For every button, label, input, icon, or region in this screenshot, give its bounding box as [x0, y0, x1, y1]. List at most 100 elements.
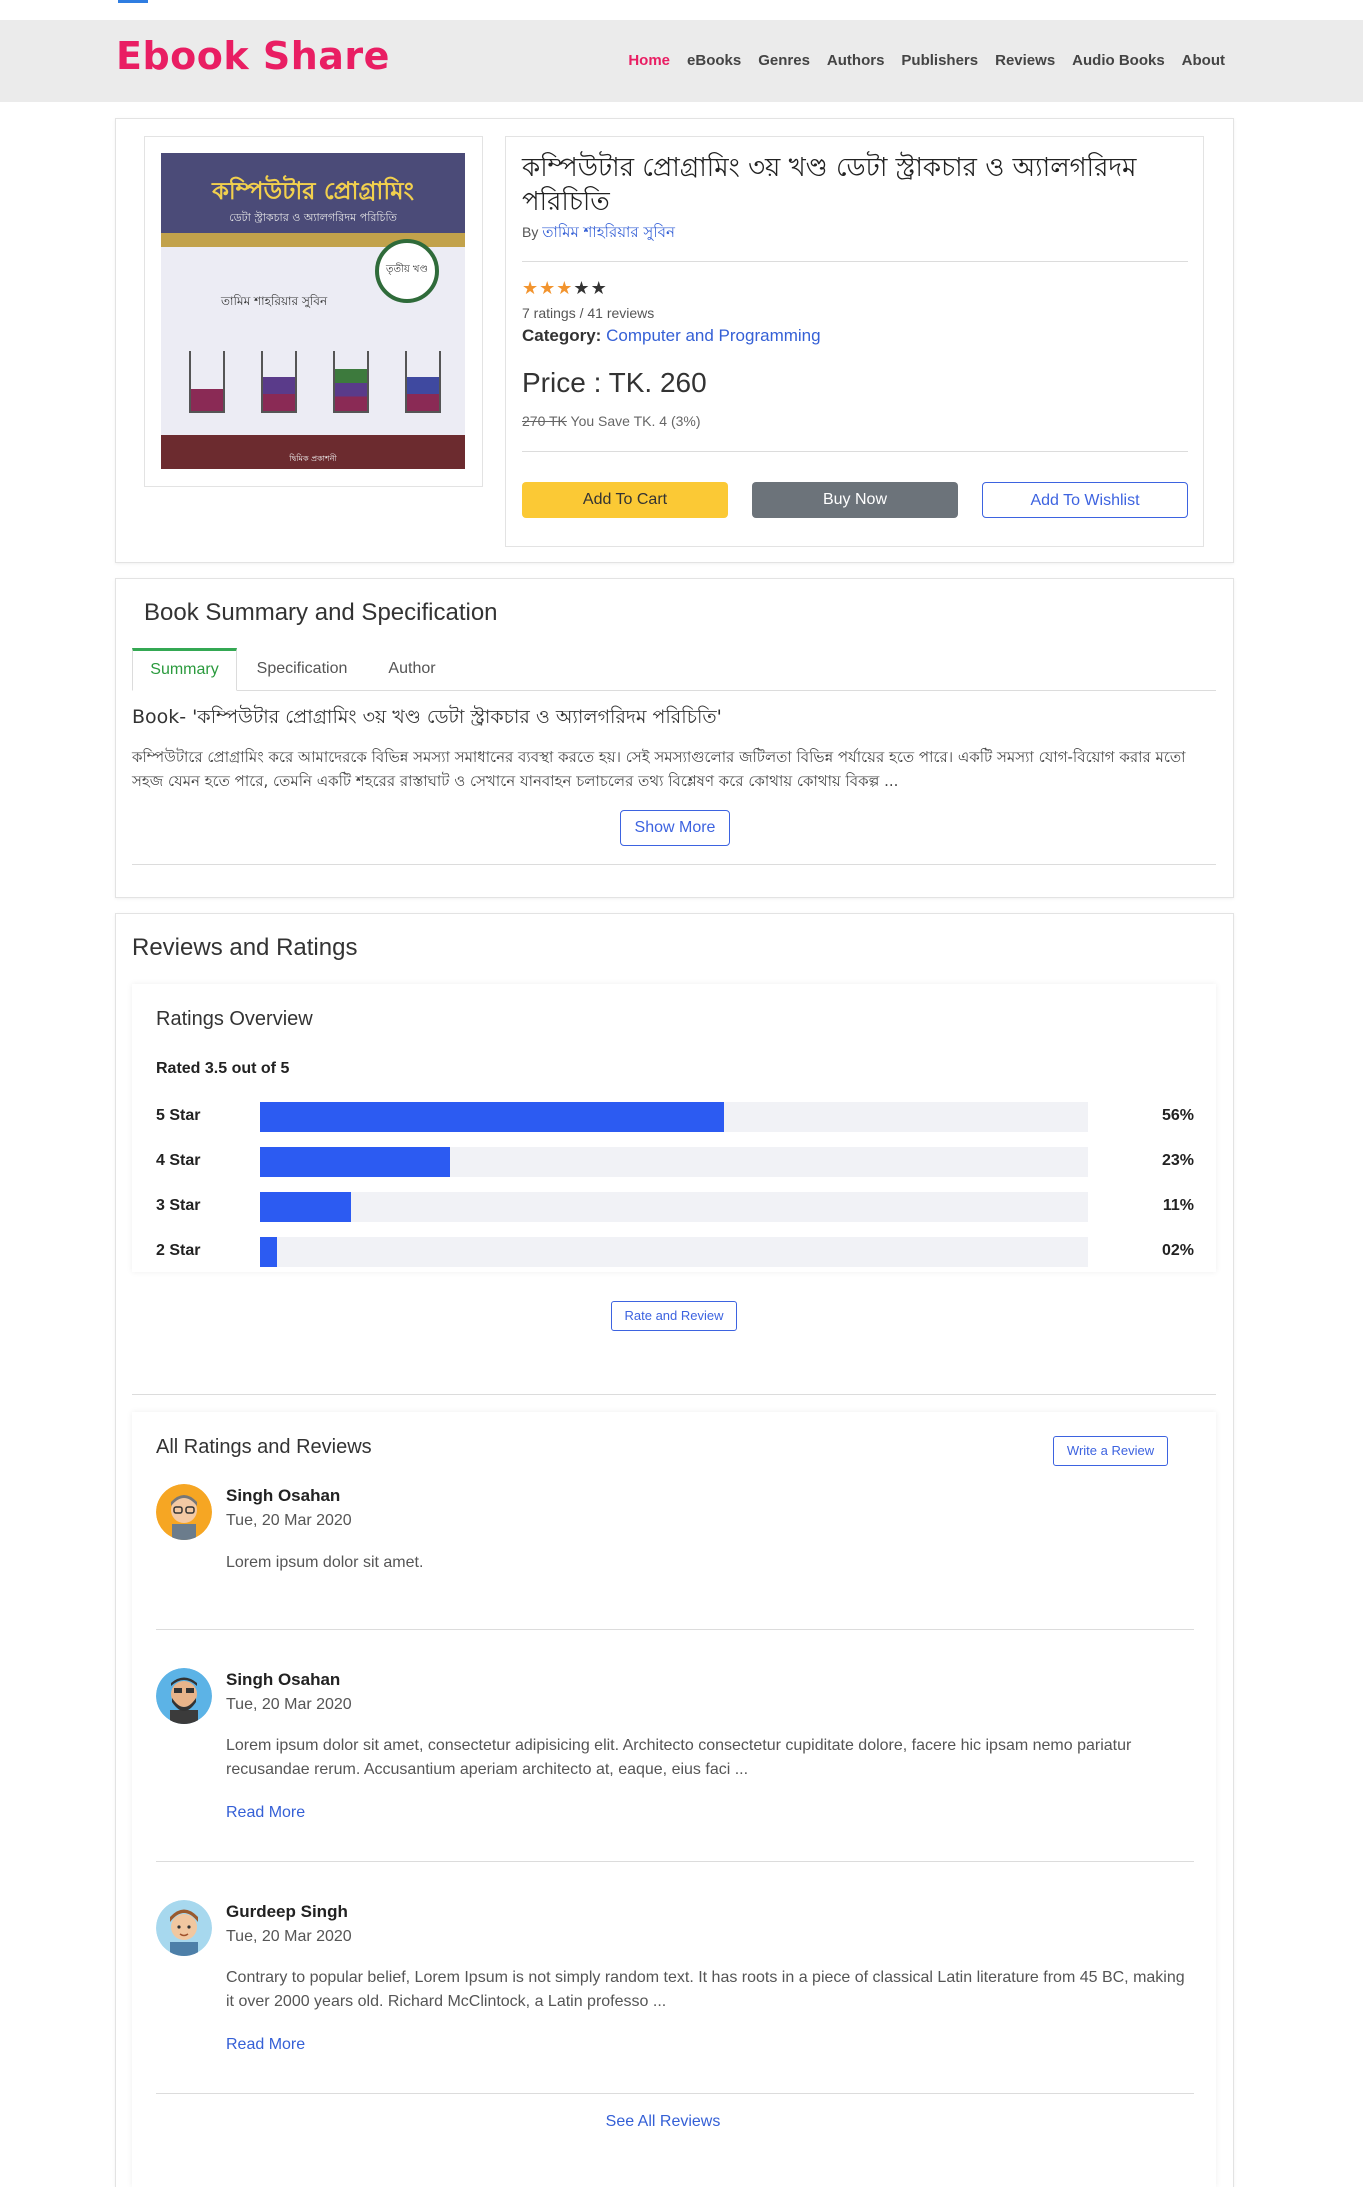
divider — [156, 2093, 1194, 2094]
buy-now-button[interactable]: Buy Now — [752, 482, 958, 518]
write-review-button[interactable]: Write a Review — [1053, 1436, 1168, 1466]
tab-specification[interactable]: Specification — [237, 648, 367, 689]
by-label: By — [522, 224, 539, 240]
ratings-count: 7 ratings / 41 reviews — [522, 305, 655, 321]
tab-summary[interactable]: Summary — [132, 648, 237, 691]
divider — [522, 451, 1188, 452]
product-card: কম্পিউটার প্রোগ্রামিং ডেটা স্ট্রাকচার ও … — [115, 118, 1234, 563]
star-icon: ★ — [573, 278, 591, 299]
all-reviews-title: All Ratings and Reviews — [156, 1436, 372, 1458]
rating-bar-label: 3 Star — [156, 1197, 201, 1214]
review-date: Tue, 20 Mar 2020 — [226, 1696, 352, 1713]
summary-card: Book Summary and Specification Summary S… — [115, 578, 1234, 898]
nav-reviews[interactable]: Reviews — [995, 52, 1055, 69]
reviewer-name: Gurdeep Singh — [226, 1902, 348, 1921]
review-text: Lorem ipsum dolor sit amet. — [226, 1554, 424, 1571]
brand-logo[interactable]: Ebook Share — [116, 34, 390, 78]
rating-bar-fill — [260, 1192, 352, 1222]
tab-author[interactable]: Author — [367, 648, 457, 689]
cover-glass — [261, 351, 297, 413]
summary-text: কম্পিউটারে প্রোগ্রামিং করে আমাদেরকে বিভি… — [132, 748, 1186, 790]
review-date: Tue, 20 Mar 2020 — [226, 1512, 352, 1529]
rating-bar-fill — [260, 1237, 277, 1267]
cover-glass — [333, 351, 369, 413]
avatar — [156, 1668, 212, 1724]
top-strip — [0, 0, 1363, 20]
cover-title: কম্পিউটার প্রোগ্রামিং — [212, 177, 414, 205]
read-more-link[interactable]: Read More — [226, 2036, 305, 2054]
cover-frame: কম্পিউটার প্রোগ্রামিং ডেটা স্ট্রাকচার ও … — [144, 136, 483, 487]
ratings-overview-title: Ratings Overview — [156, 1008, 313, 1030]
divider — [156, 1629, 1194, 1630]
cover-author: তামিম শাহরিয়ার সুবিন — [221, 294, 328, 308]
rating-bar-row: 2 Star 02% — [156, 1237, 1194, 1267]
star-icon: ★ — [539, 278, 557, 299]
nav-links: Home eBooks Genres Authors Publishers Re… — [611, 52, 1225, 69]
reviewer-name: Singh Osahan — [226, 1486, 341, 1505]
star-icon: ★ — [590, 278, 608, 299]
cover-volume-badge: তৃতীয় খণ্ড — [375, 239, 439, 303]
rating-stars: ★★★★★ — [522, 278, 608, 299]
show-more-button[interactable]: Show More — [620, 810, 730, 846]
rating-bar-row: 5 Star 56% — [156, 1102, 1194, 1132]
add-to-wishlist-button[interactable]: Add To Wishlist — [982, 482, 1188, 518]
navbar: Ebook Share Home eBooks Genres Authors P… — [0, 20, 1363, 102]
book-cover-image[interactable]: কম্পিউটার প্রোগ্রামিং ডেটা স্ট্রাকচার ও … — [161, 153, 465, 469]
rating-bar-track — [260, 1192, 1088, 1222]
review-text: Contrary to popular belief, Lorem Ipsum … — [226, 1969, 1185, 2010]
nav-ebooks[interactable]: eBooks — [687, 52, 741, 69]
review-item: Singh Osahan Tue, 20 Mar 2020 Lorem ipsu… — [156, 1668, 1194, 1828]
star-icon: ★ — [556, 278, 574, 299]
cover-volume: তৃতীয় খণ্ড — [386, 264, 428, 275]
rating-bar-row: 3 Star 11% — [156, 1192, 1194, 1222]
rating-bar-percent: 23% — [1161, 1152, 1194, 1169]
category-link[interactable]: Computer and Programming — [606, 326, 820, 345]
read-more-link[interactable]: Read More — [226, 1804, 305, 1822]
rating-bar-fill — [260, 1147, 451, 1177]
rating-bar-fill — [260, 1102, 724, 1132]
cover-publisher: দ্বিমিক প্রকাশনী — [289, 454, 337, 463]
nav-authors[interactable]: Authors — [827, 52, 885, 69]
nav-about[interactable]: About — [1182, 52, 1225, 69]
old-price-value: 270 TK — [522, 413, 567, 429]
reviews-title: Reviews and Ratings — [132, 934, 358, 961]
rating-bar-label: 2 Star — [156, 1242, 201, 1259]
nav-home[interactable]: Home — [628, 52, 670, 69]
all-reviews: All Ratings and Reviews Write a Review S… — [132, 1412, 1216, 2187]
save-text: You Save TK. 4 (3%) — [570, 413, 701, 429]
rating-bar-percent: 02% — [1161, 1242, 1194, 1259]
summary-heading: Book- 'কম্পিউটার প্রোগ্রামিং ৩য় খণ্ড ডে… — [132, 706, 722, 728]
price: Price : TK. 260 — [522, 367, 707, 398]
reviewer-name: Singh Osahan — [226, 1670, 341, 1689]
top-accent — [118, 0, 148, 3]
cover-subtitle: ডেটা স্ট্রাকচার ও অ্যালগরিদম পরিচিতি — [229, 211, 397, 224]
cover-glass — [405, 351, 441, 413]
cover-glass — [189, 351, 225, 413]
nav-genres[interactable]: Genres — [758, 52, 810, 69]
book-byline: By তামিম শাহরিয়ার সুবিন — [522, 221, 675, 246]
review-date: Tue, 20 Mar 2020 — [226, 1928, 352, 1945]
rating-bar-track — [260, 1102, 1088, 1132]
category-label: Category: — [522, 326, 602, 345]
summary-title: Book Summary and Specification — [144, 599, 498, 626]
summary-tabs: Summary Specification Author — [132, 648, 1216, 691]
nav-audio-books[interactable]: Audio Books — [1072, 52, 1165, 69]
review-item: Gurdeep Singh Tue, 20 Mar 2020 Contrary … — [156, 1900, 1194, 2060]
rating-bar-track — [260, 1147, 1088, 1177]
book-title: কম্পিউটার প্রোগ্রামিং ৩য় খণ্ড ডেটা স্ট্… — [522, 153, 1137, 217]
rate-and-review-button[interactable]: Rate and Review — [611, 1301, 737, 1331]
see-all-reviews-link[interactable]: See All Reviews — [132, 2113, 1194, 2131]
add-to-cart-button[interactable]: Add To Cart — [522, 482, 728, 518]
author-link[interactable]: তামিম শাহরিয়ার সুবিন — [542, 223, 675, 241]
ratings-overview: Ratings Overview Rated 3.5 out of 5 5 St… — [132, 984, 1216, 1272]
rating-bar-percent: 11% — [1162, 1197, 1194, 1214]
divider — [132, 1394, 1216, 1395]
rating-bar-row: 4 Star 23% — [156, 1147, 1194, 1177]
avatar — [156, 1900, 212, 1956]
nav-publishers[interactable]: Publishers — [901, 52, 978, 69]
rating-bar-label: 4 Star — [156, 1152, 201, 1169]
divider — [132, 864, 1216, 865]
book-info: কম্পিউটার প্রোগ্রামিং ৩য় খণ্ড ডেটা স্ট্… — [505, 136, 1204, 547]
rating-bar-track — [260, 1237, 1088, 1267]
rating-bar-label: 5 Star — [156, 1107, 201, 1124]
